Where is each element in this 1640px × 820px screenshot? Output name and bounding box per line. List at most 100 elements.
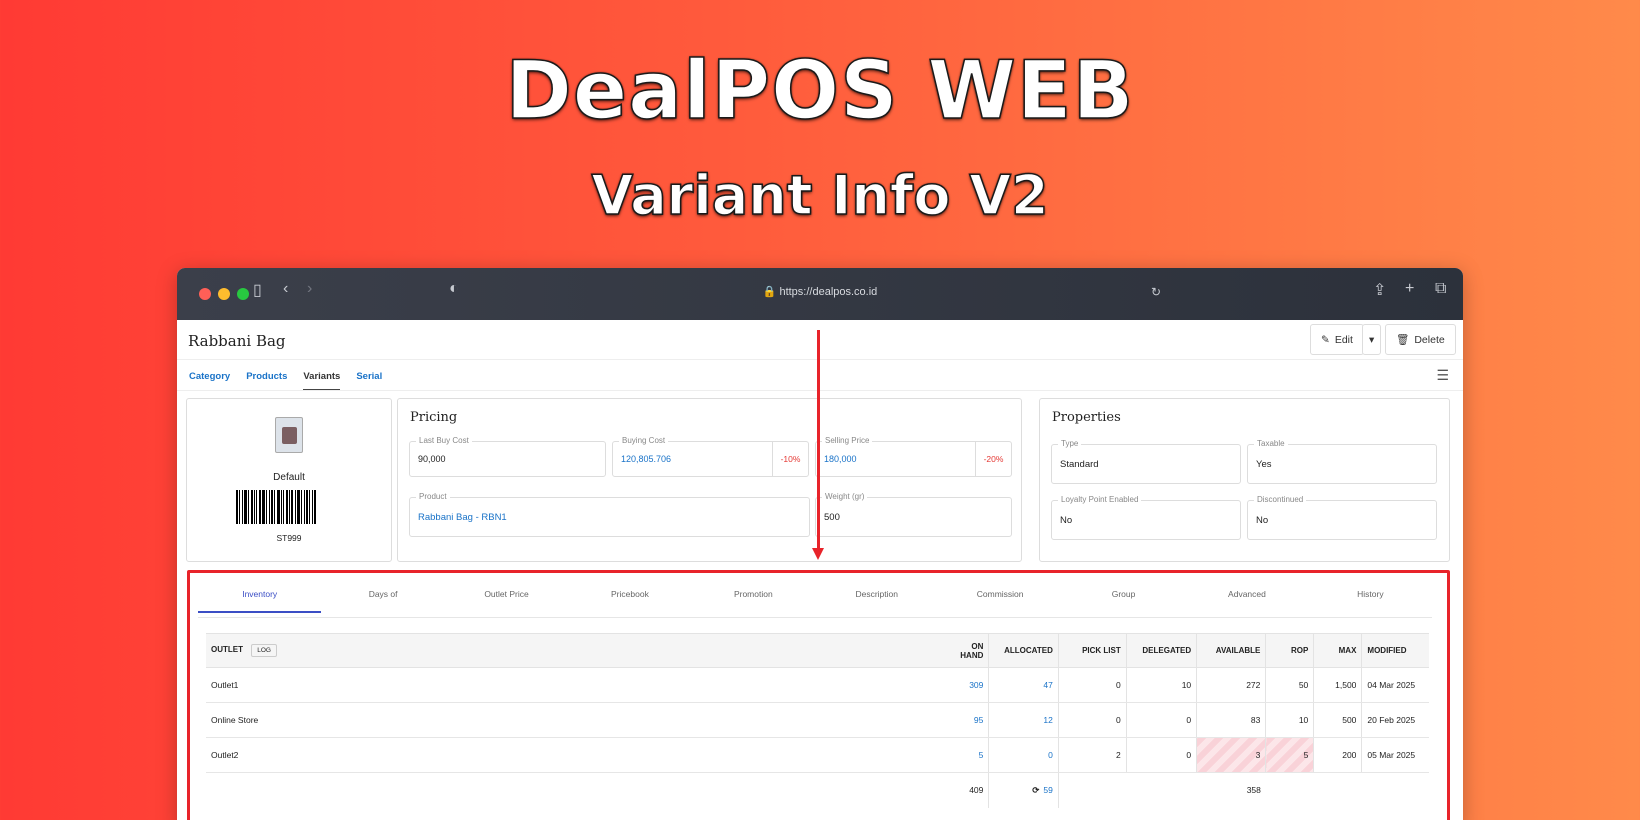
col-max[interactable]: MAX [1313, 633, 1362, 668]
col-rop[interactable]: ROP [1265, 633, 1314, 668]
cell-allocated[interactable]: 12 [988, 702, 1059, 738]
tab-pricebook[interactable]: Pricebook [568, 589, 691, 613]
product-label: Product [416, 492, 450, 501]
caret-down-icon: ▾ [1369, 333, 1375, 346]
col-allocated[interactable]: ALLOCATED [988, 633, 1059, 668]
tab-inventory[interactable]: Inventory [198, 589, 322, 613]
type-label: Type [1058, 439, 1082, 448]
menu-icon[interactable]: ☰ [1436, 367, 1449, 384]
product-image [275, 417, 303, 453]
tab-commission[interactable]: Commission [938, 589, 1061, 613]
taxable-label: Taxable [1254, 439, 1288, 448]
col-pick-list[interactable]: PICK LIST [1057, 633, 1127, 668]
table-row: Online Store 95 12 0 0 83 10 500 20 Feb … [206, 702, 1429, 738]
trash-icon: 🗑 [1396, 334, 1410, 346]
edit-button[interactable]: ✎ Edit [1310, 324, 1364, 355]
buying-cost-value[interactable]: 120,805.706 [621, 454, 671, 464]
total-available: 358 [1246, 785, 1261, 796]
nav-serial[interactable]: Serial [356, 371, 382, 391]
cell-modified: 20 Feb 2025 [1361, 702, 1429, 738]
nav-category[interactable]: Category [189, 371, 230, 391]
col-on-hand[interactable]: ON HAND [942, 633, 989, 668]
lock-icon: 🔒 [762, 286, 777, 298]
loyalty-label: Loyalty Point Enabled [1058, 495, 1142, 504]
total-spacer [1266, 773, 1314, 808]
refresh-icon[interactable]: ⟳ [1032, 785, 1039, 795]
nav-products[interactable]: Products [246, 371, 287, 391]
log-button[interactable]: LOG [251, 644, 277, 657]
selling-price-field[interactable]: Selling Price 180,000 -20% [815, 436, 1012, 477]
col-available[interactable]: AVAILABLE [1196, 633, 1266, 668]
cell-delegated: 10 [1125, 667, 1197, 703]
cell-pick-list: 0 [1057, 702, 1127, 738]
tab-advanced[interactable]: Advanced [1185, 589, 1308, 613]
variant-sku: ST999 [276, 533, 302, 543]
cell-available-low-stock: 3 [1196, 737, 1266, 773]
inventory-table: OUTLET LOG ON HAND ALLOCATED PICK LIST D… [206, 633, 1429, 808]
total-allocated-cell: ⟳ 59 [988, 772, 1059, 808]
pricing-card: Pricing Last Buy Cost 90,000 Buying Cost… [397, 398, 1022, 562]
total-spacer [1314, 773, 1362, 808]
tab-history[interactable]: History [1309, 589, 1432, 613]
cell-outlet: Outlet1 [206, 667, 943, 703]
banner-subtitle: Variant Info V2 [591, 163, 1050, 228]
cell-outlet: Online Store [206, 702, 943, 738]
annotation-arrow-head [812, 548, 824, 560]
banner-title: DealPOS WEB [505, 43, 1135, 138]
cell-rop: 50 [1265, 667, 1314, 703]
tab-days-of[interactable]: Days of [321, 589, 444, 613]
last-buy-cost-field[interactable]: Last Buy Cost 90,000 [409, 436, 606, 477]
tab-promotion[interactable]: Promotion [692, 589, 815, 613]
discontinued-field[interactable]: Discontinued No [1247, 495, 1437, 540]
edit-icon: ✎ [1321, 333, 1330, 346]
address-bar[interactable]: 🔒 https://dealpos.co.id [177, 285, 1463, 298]
delete-button[interactable]: 🗑 Delete [1385, 324, 1456, 355]
new-tab-icon[interactable]: + [1405, 280, 1414, 298]
cell-rop: 10 [1265, 702, 1314, 738]
cell-on-hand[interactable]: 309 [942, 667, 989, 703]
annotation-arrow [817, 330, 820, 548]
selling-price-badge: -20% [975, 442, 1011, 476]
cell-max: 200 [1313, 737, 1362, 773]
tab-overview-icon[interactable]: ⧉ [1435, 280, 1446, 298]
col-delegated[interactable]: DELEGATED [1125, 633, 1197, 668]
browser-toolbar: ▯ ‹ › ◐ 🔒 https://dealpos.co.id ↻ ⇪ + ⧉ [177, 268, 1463, 320]
cell-max: 1,500 [1313, 667, 1362, 703]
col-outlet-label: OUTLET [211, 645, 243, 654]
total-spacer [1126, 773, 1196, 808]
page-title: Rabbani Bag [188, 332, 286, 350]
nav-variants[interactable]: Variants [303, 371, 341, 391]
total-spacer [206, 773, 943, 808]
cell-max: 500 [1313, 702, 1362, 738]
cell-allocated[interactable]: 0 [988, 737, 1059, 773]
type-value: Standard [1060, 458, 1099, 470]
loyalty-field[interactable]: Loyalty Point Enabled No [1051, 495, 1241, 540]
cell-outlet: Outlet2 [206, 737, 943, 773]
divider [177, 359, 1463, 360]
cell-on-hand[interactable]: 5 [942, 737, 989, 773]
loyalty-value: No [1060, 514, 1073, 526]
share-icon[interactable]: ⇪ [1373, 280, 1386, 300]
cell-available: 83 [1196, 702, 1266, 738]
reload-icon[interactable]: ↻ [1151, 285, 1161, 299]
cell-pick-list: 0 [1057, 667, 1127, 703]
tab-outlet-price[interactable]: Outlet Price [445, 589, 568, 613]
table-header-row: OUTLET LOG ON HAND ALLOCATED PICK LIST D… [206, 633, 1429, 668]
tab-group[interactable]: Group [1062, 589, 1185, 613]
edit-dropdown-button[interactable]: ▾ [1362, 324, 1382, 355]
cell-allocated[interactable]: 47 [988, 667, 1059, 703]
detail-tabs: Inventory Days of Outlet Price Pricebook… [198, 589, 1432, 613]
product-field[interactable]: Product Rabbani Bag - RBN1 [409, 492, 810, 537]
col-modified[interactable]: MODIFIED [1361, 633, 1429, 668]
tab-description[interactable]: Description [815, 589, 938, 613]
product-link[interactable]: Rabbani Bag - RBN1 [418, 512, 507, 523]
weight-field[interactable]: Weight (gr) 500 [815, 492, 1012, 537]
selling-price-value[interactable]: 180,000 [824, 454, 857, 464]
taxable-field[interactable]: Taxable Yes [1247, 439, 1437, 484]
barcode-image [236, 490, 340, 524]
total-allocated[interactable]: 59 [1043, 785, 1052, 795]
buying-cost-field[interactable]: Buying Cost 120,805.706 -10% [612, 436, 809, 477]
taxable-value: Yes [1256, 458, 1272, 470]
type-field[interactable]: Type Standard [1051, 439, 1241, 484]
cell-on-hand[interactable]: 95 [942, 702, 989, 738]
